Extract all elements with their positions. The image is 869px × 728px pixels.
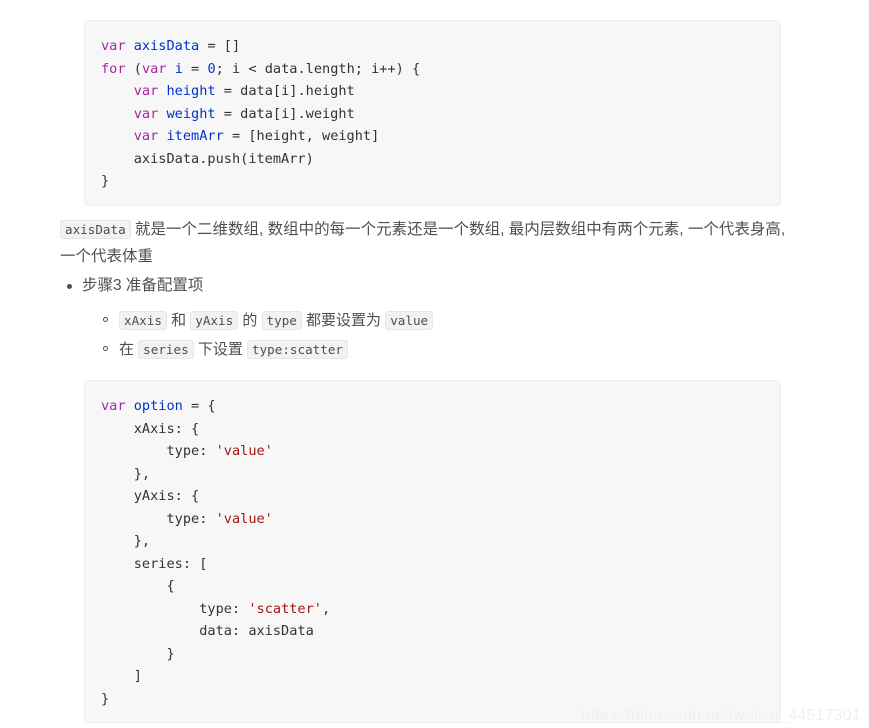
steps-sublist: xAxis 和 yAxis 的 type 都要设置为 value 在 serie… bbox=[82, 306, 822, 364]
code-line: series: [ bbox=[101, 555, 208, 572]
code-line: xAxis: { bbox=[101, 420, 200, 437]
bullet-circle-icon bbox=[103, 317, 108, 322]
list-item-series-scatter-label: 在 series 下设置 type:scatter bbox=[119, 340, 349, 359]
inline-code: series bbox=[138, 340, 194, 359]
list-item-axis-type: xAxis 和 yAxis 的 type 都要设置为 value bbox=[103, 306, 822, 335]
code-line: axisData.push(itemArr) bbox=[101, 150, 314, 167]
code-line: ] bbox=[101, 668, 142, 684]
code-block-axisdata: var axisData = [] for (var i = 0; i < dat… bbox=[84, 20, 781, 206]
inline-code: value bbox=[385, 311, 434, 330]
code-line: var weight = data[i].weight bbox=[133, 105, 355, 122]
code-line: type: 'value' bbox=[101, 510, 273, 527]
list-item-step3: 步骤3 准备配置项 xAxis 和 yAxis 的 type 都要设置为 val… bbox=[67, 272, 822, 364]
code-content: var option = { xAxis: { type: 'value' },… bbox=[85, 395, 780, 710]
code-line: type: 'value' bbox=[101, 443, 273, 459]
inline-code: yAxis bbox=[190, 311, 239, 330]
code-block-option: var option = { xAxis: { type: 'value' },… bbox=[84, 380, 781, 723]
code-line: } bbox=[101, 173, 110, 189]
inline-code: type:scatter bbox=[247, 340, 349, 359]
inline-code: xAxis bbox=[119, 311, 167, 330]
code-line: var height = data[i].height bbox=[133, 83, 355, 99]
inline-code: type bbox=[261, 311, 302, 330]
csdn-watermark: https://blog.csdn.net/weixin_44517301 bbox=[581, 707, 861, 724]
paragraph-axisdata-explanation: axisData 就是一个二维数组, 数组中的每一个元素还是一个数组, 最内层数… bbox=[60, 220, 786, 265]
code-line: data: axisData bbox=[101, 623, 314, 639]
list-item-series-scatter: 在 series 下设置 type:scatter bbox=[103, 335, 822, 364]
code-line: for (var i = 0; i < data.length; i++) { bbox=[101, 60, 421, 77]
steps-list: 步骤3 准备配置项 xAxis 和 yAxis 的 type 都要设置为 val… bbox=[60, 272, 822, 364]
code-line: type: 'scatter', bbox=[101, 600, 331, 617]
inline-code: axisData bbox=[60, 220, 131, 239]
code-line: { bbox=[101, 578, 175, 594]
code-line: var option = { bbox=[101, 398, 216, 414]
list-item-axis-type-label: xAxis 和 yAxis 的 type 都要设置为 value bbox=[119, 311, 434, 330]
bullet-circle-icon bbox=[103, 346, 108, 351]
code-line: var axisData = [] bbox=[101, 38, 241, 54]
list-item-step3-label: 步骤3 准备配置项 bbox=[82, 277, 204, 294]
code-content: var axisData = [] for (var i = 0; i < dat… bbox=[85, 35, 780, 193]
article-page: var axisData = [] for (var i = 0; i < dat… bbox=[0, 0, 869, 728]
code-line: }, bbox=[101, 465, 151, 482]
code-line: } bbox=[101, 645, 175, 662]
code-line: var itemArr = [height, weight] bbox=[133, 128, 380, 144]
bullet-disc-icon bbox=[67, 284, 72, 289]
code-line: }, bbox=[101, 533, 151, 549]
code-line: yAxis: { bbox=[101, 488, 200, 504]
